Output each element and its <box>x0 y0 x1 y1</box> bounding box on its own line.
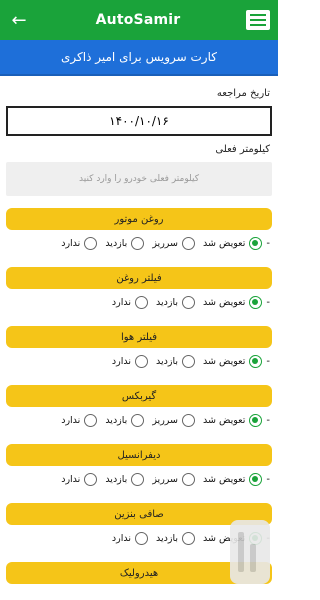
row-dash: - <box>266 473 270 485</box>
row-dash: - <box>266 296 270 308</box>
row-dash: - <box>266 355 270 367</box>
radio-button[interactable] <box>249 354 263 368</box>
radio-label: ندارد <box>111 296 131 308</box>
option-row: - تعویض شد بازدید ندارد <box>0 291 278 313</box>
radio-button[interactable] <box>182 531 195 545</box>
radio-label: بازدید <box>105 237 128 249</box>
radio-label: سرریز <box>152 237 178 249</box>
radio-option[interactable]: سرریز <box>152 472 195 486</box>
radio-option[interactable]: بازدید <box>105 413 145 427</box>
radio-option[interactable]: ندارد <box>111 354 148 368</box>
radio-option[interactable]: تعویض شد <box>203 472 263 486</box>
radio-button[interactable] <box>135 531 148 545</box>
date-label: تاریخ مراجعه <box>216 88 270 99</box>
radio-button[interactable] <box>182 236 195 250</box>
radio-label: ندارد <box>111 355 131 367</box>
radio-label: بازدید <box>156 296 178 308</box>
radio-option[interactable]: تعویض شد <box>203 413 263 427</box>
option-row: - تعویض شد بازدید ندارد <box>0 350 278 372</box>
radio-option[interactable]: بازدید <box>105 472 145 486</box>
km-label: کیلومتر فعلی <box>215 144 270 155</box>
section-header: گیربکس <box>6 385 272 407</box>
radio-label: تعویض شد <box>203 473 246 485</box>
radio-button[interactable] <box>182 413 195 427</box>
radio-label: سرریز <box>152 473 178 485</box>
radio-button[interactable] <box>131 472 145 486</box>
radio-option[interactable]: سرریز <box>152 413 195 427</box>
option-row: - تعویض شد سرریز بازدید ندارد <box>0 468 278 490</box>
row-dash: - <box>266 414 270 426</box>
radio-option[interactable]: ندارد <box>61 236 98 250</box>
row-dash: - <box>266 237 270 249</box>
radio-button[interactable] <box>182 354 195 368</box>
app-title: AutoSamir <box>95 12 181 28</box>
radio-button[interactable] <box>84 236 98 250</box>
date-field[interactable]: ۱۴۰۰/۱۰/۱۶ <box>6 106 272 136</box>
radio-option[interactable]: ندارد <box>61 413 98 427</box>
radio-label: تعویض شد <box>203 414 246 426</box>
radio-option[interactable]: تعویض شد <box>203 354 263 368</box>
radio-option[interactable]: بازدید <box>156 295 195 309</box>
section-header: فیلتر هوا <box>6 326 272 348</box>
radio-label: ندارد <box>111 532 131 544</box>
radio-button[interactable] <box>182 472 195 486</box>
page-header: کارت سرویس برای امیر ذاکری <box>0 40 278 76</box>
radio-option[interactable]: تعویض شد <box>203 295 263 309</box>
radio-button[interactable] <box>249 295 263 309</box>
radio-button[interactable] <box>135 354 148 368</box>
radio-option[interactable]: بازدید <box>105 236 145 250</box>
section-header: دیفرانسیل <box>6 444 272 466</box>
radio-button[interactable] <box>135 295 148 309</box>
radio-option[interactable]: بازدید <box>156 354 195 368</box>
radio-label: ندارد <box>61 473 81 485</box>
arrow-left-icon[interactable]: ← <box>8 10 30 31</box>
section-header: روغن موتور <box>6 208 272 230</box>
radio-button[interactable] <box>249 472 263 486</box>
radio-label: بازدید <box>105 414 128 426</box>
menu-icon[interactable] <box>245 10 270 30</box>
radio-button[interactable] <box>249 236 263 250</box>
radio-option[interactable]: ندارد <box>111 295 148 309</box>
radio-button[interactable] <box>84 472 98 486</box>
radio-option[interactable]: ندارد <box>61 472 98 486</box>
radio-label: سرریز <box>152 414 178 426</box>
radio-label: تعویض شد <box>203 237 246 249</box>
radio-option[interactable]: ندارد <box>111 531 148 545</box>
radio-label: ندارد <box>61 414 81 426</box>
radio-button[interactable] <box>131 413 145 427</box>
option-row: - تعویض شد سرریز بازدید ندارد <box>0 232 278 254</box>
radio-label: تعویض شد <box>203 355 246 367</box>
radio-button[interactable] <box>249 413 263 427</box>
page-title: کارت سرویس برای امیر ذاکری <box>61 50 217 64</box>
radio-label: ندارد <box>61 237 81 249</box>
radio-option[interactable]: تعویض شد <box>203 236 263 250</box>
app-bar: ← AutoSamir <box>0 0 278 40</box>
scroll-handle[interactable] <box>230 520 270 584</box>
radio-option[interactable]: بازدید <box>156 531 195 545</box>
radio-button[interactable] <box>131 236 145 250</box>
km-input[interactable]: کیلومتر فعلی خودرو را وارد کنید <box>6 162 272 196</box>
radio-option[interactable]: سرریز <box>152 236 195 250</box>
section-header: فیلتر روغن <box>6 267 272 289</box>
radio-label: بازدید <box>156 355 178 367</box>
radio-button[interactable] <box>84 413 98 427</box>
radio-label: بازدید <box>156 532 178 544</box>
radio-label: تعویض شد <box>203 296 246 308</box>
radio-label: بازدید <box>105 473 128 485</box>
option-row: - تعویض شد سرریز بازدید ندارد <box>0 409 278 431</box>
radio-button[interactable] <box>182 295 195 309</box>
